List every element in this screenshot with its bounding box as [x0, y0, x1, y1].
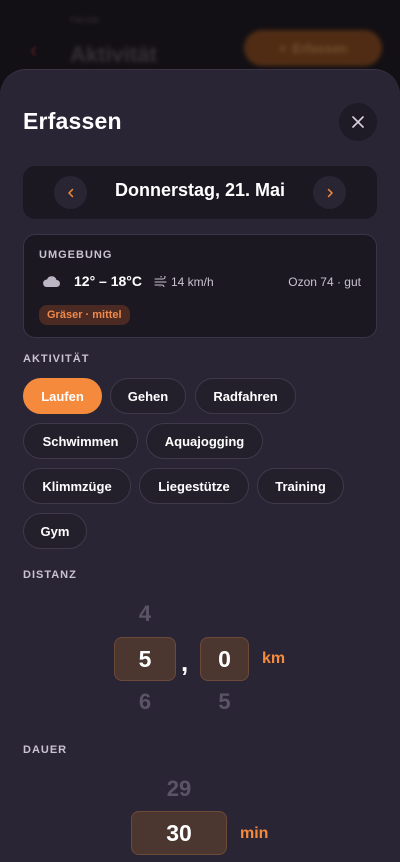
- log-activity-sheet: Erfassen Donnerstag, 21. Mai UMGEBUNG 12…: [0, 69, 400, 862]
- chevron-right-icon: [327, 188, 333, 197]
- environment-card: UMGEBUNG 12° – 18°C 14 km/h Ozon 74 · gu…: [23, 234, 377, 338]
- next-day-button[interactable]: [313, 176, 346, 209]
- activity-chip-training[interactable]: Training: [257, 468, 344, 504]
- duration-label: DAUER: [23, 744, 68, 756]
- wind-icon: [154, 276, 167, 287]
- sheet-title: Erfassen: [23, 108, 122, 134]
- pollen-badge: Gräser · mittel: [39, 305, 130, 325]
- activity-chip-schwimmen[interactable]: Schwimmen: [23, 423, 138, 459]
- distance-label: DISTANZ: [23, 569, 77, 581]
- activity-chip-aquajogging[interactable]: Aquajogging: [146, 423, 263, 459]
- cloud-icon: [43, 276, 60, 287]
- activity-chip-gehen[interactable]: Gehen: [110, 378, 186, 414]
- duration-value[interactable]: 30: [131, 811, 227, 855]
- distance-unit: km: [262, 650, 286, 667]
- activity-label: AKTIVITÄT: [23, 353, 90, 365]
- activity-chip-gym[interactable]: Gym: [23, 513, 87, 549]
- distance-decimal-value[interactable]: 0: [200, 637, 249, 681]
- wind-speed: 14 km/h: [171, 275, 214, 289]
- activity-chip-radfahren[interactable]: Radfahren: [195, 378, 296, 414]
- activity-chip-laufen[interactable]: Laufen: [23, 378, 102, 414]
- duration-unit: min: [240, 825, 269, 842]
- distance-separator: ,: [181, 647, 189, 677]
- environment-heading: UMGEBUNG: [39, 249, 113, 261]
- close-button[interactable]: [339, 103, 377, 141]
- distance-int-next[interactable]: 6: [114, 689, 176, 715]
- close-icon: [352, 116, 364, 128]
- activity-chip-klimmzuege[interactable]: Klimmzüge: [23, 468, 131, 504]
- distance-int-previous[interactable]: 4: [114, 601, 176, 627]
- ozone-value: Ozon 74 · gut: [288, 275, 361, 289]
- distance-decimal-next[interactable]: 5: [200, 689, 249, 715]
- temperature-range: 12° – 18°C: [74, 273, 143, 289]
- distance-int-value[interactable]: 5: [114, 637, 176, 681]
- duration-previous[interactable]: 29: [131, 776, 227, 802]
- date-selector: Donnerstag, 21. Mai: [23, 166, 377, 219]
- activity-chip-liegestuetze[interactable]: Liegestütze: [139, 468, 249, 504]
